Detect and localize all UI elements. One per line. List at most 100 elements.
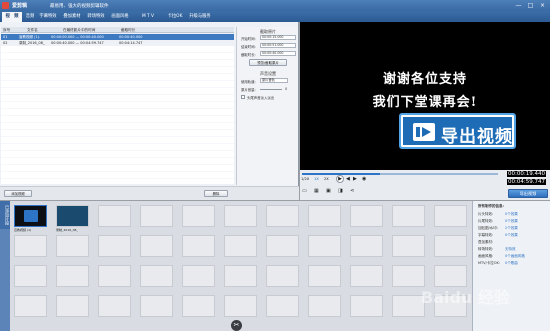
track-label: 使用轨道: xyxy=(241,80,256,84)
empty-slot[interactable] xyxy=(266,205,299,227)
tab-upgrade[interactable]: 升级与服务 xyxy=(187,12,213,22)
main-tabs: 视 频 音频 字幕特效 叠加素材 转场特效 画面风格 M T V 卡拉OK 升级… xyxy=(0,11,550,22)
fade-checkbox-label: 头尾声音淡入淡出 xyxy=(247,96,275,100)
empty-slot[interactable] xyxy=(98,205,131,227)
empty-slot[interactable] xyxy=(224,235,257,257)
clip-label: 宣教视频 (1) xyxy=(14,228,32,232)
empty-slot[interactable] xyxy=(140,205,173,227)
crop-icon[interactable]: ▣ xyxy=(326,188,331,194)
empty-slot[interactable] xyxy=(308,295,341,317)
empty-slot[interactable] xyxy=(308,205,341,227)
minimize-icon[interactable]: — xyxy=(514,1,523,10)
empty-slot[interactable] xyxy=(350,295,383,317)
info-line: 片头特效: xyxy=(478,212,494,216)
fade-checkbox[interactable] xyxy=(241,95,245,99)
empty-slot[interactable] xyxy=(308,235,341,257)
empty-slot[interactable] xyxy=(182,265,215,287)
info-line: 画面风格: xyxy=(478,254,494,258)
folder-icon[interactable]: ▦ xyxy=(314,188,319,194)
info-line: 加贴图/水印: xyxy=(478,226,498,230)
speed-2x[interactable]: 2X xyxy=(324,177,329,181)
end-time-field[interactable]: 00:00:51.000 xyxy=(260,43,296,48)
subtitle-line-1: 谢谢各位支持 xyxy=(382,72,467,87)
empty-slot[interactable] xyxy=(224,295,257,317)
volume-slider[interactable] xyxy=(260,89,282,90)
app-logo-icon xyxy=(2,2,9,9)
empty-slot[interactable] xyxy=(182,295,215,317)
tab-mtv[interactable]: M T V xyxy=(133,12,163,22)
export-callout-text: 导出视频 xyxy=(441,127,513,147)
speed-half[interactable]: 1/2X xyxy=(301,177,309,181)
scissors-icon[interactable]: ✂ xyxy=(231,320,242,331)
tab-picture-style[interactable]: 画面风格 xyxy=(109,12,131,22)
start-time-field[interactable]: 00:00:15.000 xyxy=(260,35,296,40)
empty-slot[interactable] xyxy=(140,295,173,317)
app-title: 爱剪辑 xyxy=(12,3,28,9)
tab-subtitle-effects[interactable]: 字幕特效 xyxy=(37,12,59,22)
empty-slot[interactable] xyxy=(350,205,383,227)
clip-thumb[interactable] xyxy=(14,205,47,227)
prev-frame-icon[interactable]: ◀ xyxy=(346,176,350,182)
empty-slot[interactable] xyxy=(266,265,299,287)
production-info-panel: 所有制作的信息: 片头特效: 0个效果 片尾特效: 0个效果 加贴图/水印: 2… xyxy=(472,201,550,331)
track-select[interactable]: 原片音轨 xyxy=(260,78,288,83)
video-preview[interactable]: 谢谢各位支持 我们下堂课再会! 导出视频 xyxy=(300,22,550,170)
file-table-header: 序号 文件名 在最终影片中的时间 截取时长 xyxy=(1,27,234,33)
empty-slot[interactable] xyxy=(56,295,89,317)
seek-bar[interactable] xyxy=(302,173,498,175)
add-video-button[interactable]: 添加视频 xyxy=(4,190,32,197)
delete-button[interactable]: 删除 xyxy=(204,190,228,197)
volume-icon[interactable]: ◉ xyxy=(362,176,366,182)
tab-audio[interactable]: 音频 xyxy=(24,12,36,22)
info-value: 2个效果 xyxy=(505,226,518,230)
export-video-button[interactable]: 导出视频 xyxy=(508,189,548,198)
share-icon[interactable]: ⋖ xyxy=(350,188,354,194)
maximize-icon[interactable]: □ xyxy=(526,1,535,10)
empty-slot[interactable] xyxy=(140,235,173,257)
empty-slot[interactable] xyxy=(14,265,47,287)
empty-slot[interactable] xyxy=(350,235,383,257)
empty-slot[interactable] xyxy=(392,235,425,257)
tab-overlay[interactable]: 叠加素材 xyxy=(61,12,83,22)
player-controls: 1/2X 1X 2X ▶ ◀ ▶ ◉ ▭ ▦ ▣ ◨ ⋖ 00:00:19.44… xyxy=(300,170,550,200)
info-value: 0个效果 xyxy=(505,212,518,216)
empty-slot[interactable] xyxy=(224,265,257,287)
empty-slot[interactable] xyxy=(14,295,47,317)
empty-slot[interactable] xyxy=(98,295,131,317)
empty-slot[interactable] xyxy=(266,235,299,257)
tab-karaoke[interactable]: 卡拉OK xyxy=(165,12,185,22)
empty-slot[interactable] xyxy=(350,265,383,287)
tab-video[interactable]: 视 频 xyxy=(2,12,22,22)
duration-field[interactable]: 00:00:40.000 xyxy=(260,51,296,56)
empty-slot[interactable] xyxy=(56,265,89,287)
empty-slot[interactable] xyxy=(266,295,299,317)
empty-slot[interactable] xyxy=(182,205,215,227)
export-callout: 导出视频 xyxy=(399,113,516,149)
info-line: 叠加素材: xyxy=(478,240,494,244)
empty-slot[interactable] xyxy=(140,265,173,287)
empty-slot[interactable] xyxy=(308,265,341,287)
speed-1x[interactable]: 1X xyxy=(314,177,319,181)
info-value: 0个效果 xyxy=(505,233,518,237)
empty-slot[interactable] xyxy=(98,265,131,287)
empty-slot[interactable] xyxy=(434,235,467,257)
clip-settings-panel: 截取原片 开始时间: 00:00:15.000 结束时间: 00:00:51.0… xyxy=(236,27,298,196)
tab-transitions[interactable]: 转场特效 xyxy=(85,12,107,22)
title-bar: 爱剪辑 最易用、强大的视频剪辑软件 — □ × xyxy=(0,0,550,11)
next-frame-icon[interactable]: ▶ xyxy=(353,176,357,182)
clip-thumb[interactable] xyxy=(56,205,89,227)
close-icon[interactable]: × xyxy=(538,1,547,10)
empty-slot[interactable] xyxy=(182,235,215,257)
snapshot-icon[interactable]: ◨ xyxy=(338,188,343,194)
open-icon[interactable]: ▭ xyxy=(302,188,307,194)
empty-slot[interactable] xyxy=(14,235,47,257)
col-duration: 截取时长 xyxy=(121,28,136,32)
clip-label: 录制_2016_08_ xyxy=(56,228,78,232)
empty-slot[interactable] xyxy=(98,235,131,257)
preview-clip-button[interactable]: 预览/截取原片 xyxy=(249,59,287,66)
empty-slot[interactable] xyxy=(56,235,89,257)
empty-slot[interactable] xyxy=(392,205,425,227)
play-icon[interactable]: ▶ xyxy=(336,175,344,183)
empty-slot[interactable] xyxy=(434,205,467,227)
empty-slot[interactable] xyxy=(224,205,257,227)
